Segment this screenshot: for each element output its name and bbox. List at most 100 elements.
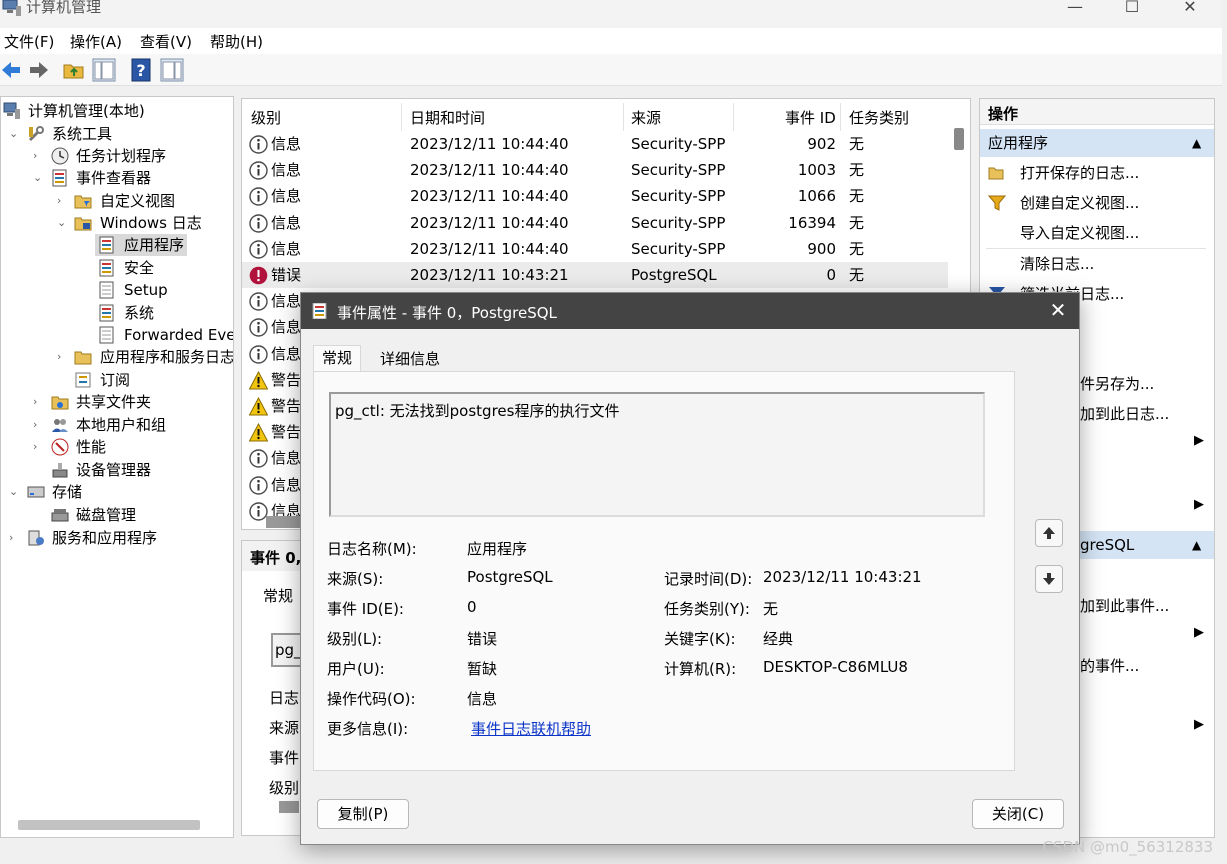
next-event-button[interactable]: [1035, 565, 1063, 593]
chevron-right-icon[interactable]: ›: [57, 190, 61, 212]
chevron-right-icon[interactable]: ›: [33, 145, 37, 167]
event-level: 错误: [271, 266, 302, 284]
column-header-event-id[interactable]: 事件 ID: [785, 107, 836, 128]
label-task-category: 任务类别(Y):: [664, 600, 750, 618]
event-viewer-icon: [52, 169, 67, 187]
event-row[interactable]: 信息 2023/12/11 10:44:40 Security-SPP 无 1066: [242, 183, 948, 209]
chevron-right-icon[interactable]: ›: [33, 391, 37, 413]
menu-action[interactable]: 操作(A): [70, 31, 122, 52]
label-source: 来源(S):: [327, 570, 384, 588]
help-icon[interactable]: ?: [130, 58, 154, 82]
column-header-datetime[interactable]: 日期和时间: [410, 107, 485, 128]
folder-filter-icon: [74, 195, 92, 209]
more-info-link[interactable]: 事件日志联机帮助: [471, 718, 591, 739]
info-icon: [249, 292, 268, 311]
collapse-up-icon[interactable]: ▲: [1192, 129, 1201, 157]
back-arrow-icon[interactable]: [0, 58, 24, 82]
event-row[interactable]: 信息 2023/12/11 10:44:40 Security-SPP 无 902: [242, 131, 948, 157]
menu-file[interactable]: 文件(F): [4, 31, 54, 52]
submenu-arrow-icon[interactable]: ▶: [1194, 625, 1204, 640]
chevron-down-icon[interactable]: ⌄: [9, 481, 18, 503]
navigation-tree: 计算机管理(本地) ⌄ 系统工具 › 任务计划程序 ⌄ 事件查看器 › 自定义视…: [0, 96, 234, 838]
value-log-name: 应用程序: [467, 540, 528, 558]
folder-icon: [74, 351, 92, 365]
event-datetime: 2023/12/11 10:44:40: [410, 161, 569, 180]
label-computer: 计算机(R):: [664, 660, 737, 678]
value-event-id: 0: [467, 598, 477, 616]
event-source: Security-SPP: [631, 213, 726, 232]
column-header-task-category[interactable]: 任务类别: [849, 107, 909, 128]
value-logged: 2023/12/11 10:43:21: [763, 568, 922, 586]
storage-icon: [27, 486, 45, 498]
action-open-saved-log[interactable]: 打开保存的日志...: [980, 158, 1214, 188]
menu-view[interactable]: 查看(V): [140, 31, 192, 52]
column-separator[interactable]: [840, 103, 841, 131]
device-manager-icon: [52, 463, 68, 478]
actions-section-application[interactable]: 应用程序 ▲: [980, 129, 1214, 157]
event-row[interactable]: 信息 2023/12/11 10:44:40 Security-SPP 无 900: [242, 236, 948, 262]
svg-text:?: ?: [136, 61, 145, 80]
submenu-arrow-icon[interactable]: ▶: [1194, 433, 1204, 448]
dialog-close-icon[interactable]: ✕: [1045, 297, 1071, 323]
event-task-category: 无: [849, 187, 865, 206]
log-icon: [99, 304, 114, 322]
value-level: 错误: [467, 630, 498, 648]
event-list-vertical-scrollbar[interactable]: [954, 128, 964, 150]
event-list-horizontal-scrollbar[interactable]: [266, 516, 302, 528]
copy-button[interactable]: 复制(P): [317, 799, 409, 829]
warning-icon: [248, 370, 269, 390]
column-separator[interactable]: [733, 103, 734, 131]
event-row[interactable]: 错误 2023/12/11 10:43:21 PostgreSQL 无 0: [242, 262, 948, 288]
column-separator[interactable]: [401, 103, 402, 131]
submenu-arrow-icon[interactable]: ▶: [1194, 717, 1204, 732]
previous-event-button[interactable]: [1035, 519, 1063, 547]
close-button[interactable]: 关闭(C): [972, 799, 1064, 829]
collapse-up-icon[interactable]: ▲: [1192, 531, 1201, 559]
show-action-pane-icon[interactable]: [160, 58, 184, 82]
value-source: PostgreSQL: [467, 568, 553, 586]
disk-icon: [51, 509, 69, 522]
dialog-titlebar[interactable]: 事件属性 - 事件 0，PostgreSQL ✕: [301, 293, 1079, 329]
label-opcode: 操作代码(O):: [327, 690, 416, 708]
event-level: 信息: [271, 475, 302, 494]
close-window-button[interactable]: ✕: [1161, 0, 1219, 24]
detail-preview-scrollbar[interactable]: [279, 801, 299, 813]
show-hide-tree-icon[interactable]: [92, 58, 116, 82]
chevron-down-icon[interactable]: ⌄: [9, 123, 18, 145]
action-clear-log[interactable]: 清除日志...: [980, 249, 1214, 279]
forward-arrow-icon[interactable]: [26, 58, 50, 82]
column-header-source[interactable]: 来源: [631, 107, 661, 128]
event-row[interactable]: 信息 2023/12/11 10:44:40 Security-SPP 无 1003: [242, 157, 948, 183]
event-description[interactable]: pg_ctl: 无法找到postgres程序的执行文件: [329, 392, 985, 517]
action-import-custom-view[interactable]: 导入自定义视图...: [980, 218, 1214, 248]
toolbar: ?: [0, 54, 1222, 86]
chevron-right-icon[interactable]: ›: [9, 527, 13, 549]
column-header-level[interactable]: 级别: [251, 107, 281, 128]
event-row[interactable]: 信息 2023/12/11 10:44:40 Security-SPP 无 16394: [242, 210, 948, 236]
maximize-button[interactable]: ☐: [1103, 0, 1161, 24]
column-separator[interactable]: [623, 103, 624, 131]
action-create-custom-view[interactable]: 创建自定义视图...: [980, 188, 1214, 218]
chevron-right-icon[interactable]: ›: [57, 346, 61, 368]
event-id: 1066: [797, 187, 836, 206]
error-icon: [249, 266, 268, 285]
detail-preview-tab-general[interactable]: 常规: [263, 585, 293, 606]
submenu-arrow-icon[interactable]: ▶: [1194, 497, 1204, 512]
up-folder-icon[interactable]: [62, 58, 86, 82]
event-source: Security-SPP: [631, 135, 726, 153]
chevron-down-icon[interactable]: ⌄: [57, 212, 66, 234]
shared-folder-icon: [51, 396, 69, 410]
event-datetime: 2023/12/11 10:44:40: [410, 135, 569, 153]
detail-preview-field: 来源: [269, 719, 300, 737]
minimize-button[interactable]: —: [1046, 0, 1104, 24]
chevron-down-icon[interactable]: ⌄: [33, 167, 42, 189]
event-datetime: 2023/12/11 10:44:40: [410, 187, 569, 206]
menu-help[interactable]: 帮助(H): [210, 31, 263, 52]
chevron-right-icon[interactable]: ›: [33, 414, 37, 436]
tree-horizontal-scrollbar[interactable]: [18, 820, 200, 830]
chevron-right-icon[interactable]: ›: [33, 436, 37, 458]
tree-item-application[interactable]: 应用程序: [95, 234, 187, 256]
value-computer: DESKTOP-C86MLU8: [763, 658, 908, 676]
info-icon: [249, 475, 268, 495]
event-level: 信息: [271, 161, 302, 180]
